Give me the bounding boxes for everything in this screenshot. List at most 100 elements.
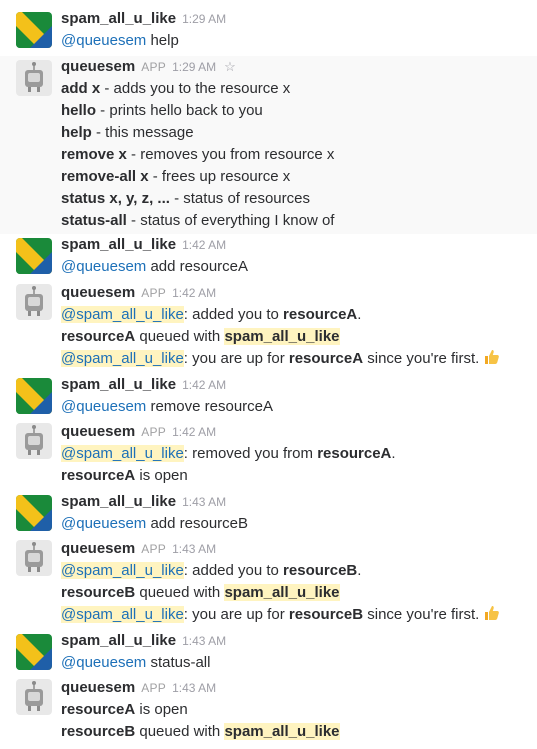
timestamp[interactable]: 1:43 AM [182, 634, 226, 648]
message-text: is open [135, 701, 188, 718]
sender-name[interactable]: spam_all_u_like [61, 10, 176, 27]
command-desc: - status of everything I know of [126, 212, 335, 229]
highlighted-username: spam_all_u_like [224, 328, 340, 345]
resource-name: resourceB [61, 584, 136, 601]
message-text: help [146, 32, 179, 49]
resource-name: resourceA [317, 445, 392, 462]
message-text: status-all [146, 654, 211, 671]
user-avatar[interactable] [16, 634, 52, 670]
app-badge: APP [141, 60, 167, 74]
mention-link[interactable]: @spam_all_u_like [61, 306, 184, 323]
bot-avatar[interactable] [16, 60, 52, 96]
message-text: . [357, 562, 362, 579]
message-text: queued with [135, 328, 225, 345]
bot-avatar[interactable] [16, 423, 52, 459]
command-name: remove x [61, 146, 127, 163]
command-name: help [61, 124, 92, 141]
bot-avatar[interactable] [16, 679, 52, 715]
user-avatar[interactable] [16, 238, 52, 274]
user-avatar[interactable] [16, 495, 52, 531]
timestamp[interactable]: 1:43 AM [172, 542, 216, 556]
command-name: hello [61, 102, 97, 119]
timestamp[interactable]: 1:43 AM [182, 495, 226, 509]
resource-name: resourceB [288, 606, 364, 623]
message-text: queued with [135, 584, 225, 601]
message: spam_all_u_like 1:42 AM @queuesem remove … [0, 374, 537, 420]
sender-name[interactable]: queuesem [61, 679, 135, 696]
message-text: add resourceB [146, 515, 249, 532]
command-desc: - status of resources [169, 190, 310, 207]
timestamp[interactable]: 1:29 AM [172, 60, 216, 74]
message-text: : added you to [183, 562, 284, 579]
message-text: : added you to [183, 306, 284, 323]
message: queuesem APP 1:43 AM resourceA is open res… [0, 677, 537, 749]
timestamp[interactable]: 1:43 AM [172, 681, 216, 695]
resource-name: resourceA [61, 467, 136, 484]
command-desc: - prints hello back to you [96, 102, 263, 119]
timestamp[interactable]: 1:42 AM [172, 286, 216, 300]
bot-avatar[interactable] [16, 540, 52, 576]
command-desc: - adds you to the resource x [100, 80, 291, 97]
app-badge: APP [141, 425, 167, 439]
highlighted-username: spam_all_u_like [224, 723, 340, 740]
message-text: : removed you from [183, 445, 318, 462]
message-text: since you're first. [363, 350, 480, 367]
mention-link[interactable]: @queuesem [61, 258, 146, 275]
message: queuesem APP 1:42 AM @spam_all_u_like: rem… [0, 421, 537, 491]
message: spam_all_u_like 1:43 AM @queuesem status-… [0, 630, 537, 677]
mention-link[interactable]: @queuesem [61, 515, 146, 532]
timestamp[interactable]: 1:42 AM [182, 378, 226, 392]
message-text: queued with [135, 723, 225, 740]
message-text: . [391, 445, 396, 462]
app-badge: APP [141, 542, 167, 556]
thumbs-up-icon [483, 348, 501, 366]
app-badge: APP [141, 286, 167, 300]
bot-avatar[interactable] [16, 284, 52, 320]
sender-name[interactable]: spam_all_u_like [61, 236, 176, 253]
message: queuesem APP 1:43 AM @spam_all_u_like: add… [0, 538, 537, 630]
mention-link[interactable]: @spam_all_u_like [61, 350, 184, 367]
user-avatar[interactable] [16, 378, 52, 414]
app-badge: APP [141, 681, 167, 695]
resource-name: resourceA [61, 328, 136, 345]
resource-name: resourceA [61, 701, 136, 718]
sender-name[interactable]: queuesem [61, 58, 135, 75]
sender-name[interactable]: queuesem [61, 423, 135, 440]
command-desc: - frees up resource x [148, 168, 291, 185]
sender-name[interactable]: spam_all_u_like [61, 632, 176, 649]
thumbs-up-icon [483, 604, 501, 622]
sender-name[interactable]: queuesem [61, 284, 135, 301]
mention-link[interactable]: @spam_all_u_like [61, 562, 184, 579]
highlighted-username: spam_all_u_like [224, 584, 340, 601]
resource-name: resourceA [283, 306, 358, 323]
message-text: . [357, 306, 362, 323]
command-name: status-all [61, 212, 127, 229]
message: queuesem APP 1:29 AM ☆ add x - adds you to … [0, 56, 537, 234]
mention-link[interactable]: @spam_all_u_like [61, 445, 184, 462]
star-outline-icon[interactable]: ☆ [224, 59, 236, 74]
message-text: add resourceA [146, 258, 249, 275]
sender-name[interactable]: spam_all_u_like [61, 376, 176, 393]
message: spam_all_u_like 1:29 AM @queuesem help [0, 0, 537, 56]
message-text: since you're first. [363, 606, 480, 623]
message-text: : you are up for [183, 350, 289, 367]
mention-link[interactable]: @queuesem [61, 654, 146, 671]
mention-link[interactable]: @queuesem [61, 32, 146, 49]
command-desc: - removes you from resource x [126, 146, 335, 163]
user-avatar[interactable] [16, 12, 52, 48]
resource-name: resourceA [288, 350, 364, 367]
timestamp[interactable]: 1:42 AM [182, 238, 226, 252]
timestamp[interactable]: 1:42 AM [172, 425, 216, 439]
command-name: remove-all x [61, 168, 149, 185]
command-name: add x [61, 80, 101, 97]
message-text: : you are up for [183, 606, 289, 623]
mention-link[interactable]: @queuesem [61, 398, 146, 415]
timestamp[interactable]: 1:29 AM [182, 12, 226, 26]
message: queuesem APP 1:42 AM @spam_all_u_like: add… [0, 282, 537, 374]
command-desc: - this message [91, 124, 194, 141]
message: spam_all_u_like 1:43 AM @queuesem add res… [0, 491, 537, 538]
mention-link[interactable]: @spam_all_u_like [61, 606, 184, 623]
sender-name[interactable]: queuesem [61, 540, 135, 557]
sender-name[interactable]: spam_all_u_like [61, 493, 176, 510]
command-name: status x, y, z, ... [61, 190, 170, 207]
